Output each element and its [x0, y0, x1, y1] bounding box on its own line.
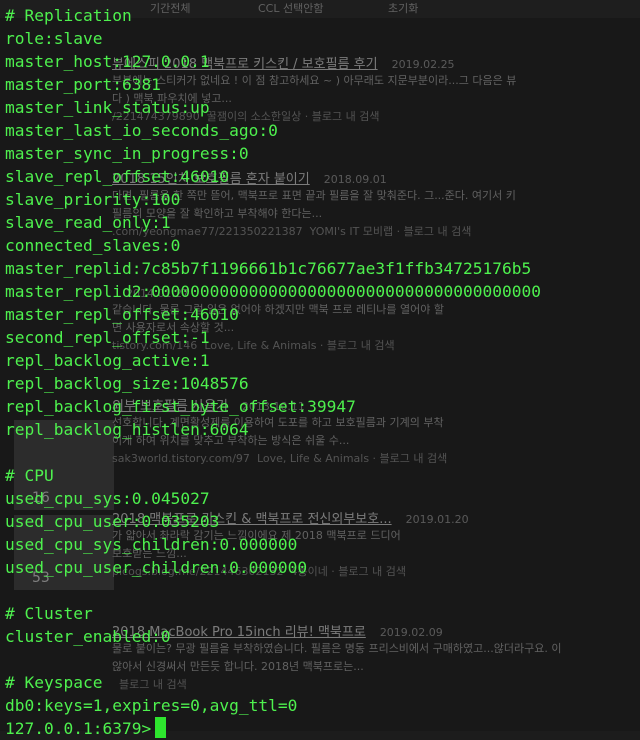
terminal-line: master_sync_in_progress:0: [5, 144, 249, 163]
terminal-prompt: 127.0.0.1:6379>: [5, 719, 152, 738]
terminal-line: repl_backlog_histlen:6064: [5, 420, 249, 439]
terminal-line: db0:keys=1,expires=0,avg_ttl=0: [5, 696, 298, 715]
terminal-line: slave_priority:100: [5, 190, 181, 209]
terminal-line: master_host:127.0.0.1: [5, 52, 210, 71]
terminal-line: # Cluster: [5, 604, 93, 623]
terminal-line: # Keyspace: [5, 673, 103, 692]
terminal-cursor: [155, 717, 167, 738]
terminal-prompt-line[interactable]: 127.0.0.1:6379>: [5, 717, 640, 740]
terminal-line: slave_repl_offset:46010: [5, 167, 230, 186]
terminal-line: # Replication: [5, 6, 132, 25]
terminal-line: used_cpu_user:0.035203: [5, 512, 220, 531]
terminal-line: used_cpu_sys_children:0.000000: [5, 535, 298, 554]
terminal-line: # CPU: [5, 466, 54, 485]
terminal-line: master_port:6381: [5, 75, 161, 94]
terminal-line: second_repl_offset:-1: [5, 328, 210, 347]
terminal-line: master_last_io_seconds_ago:0: [5, 121, 278, 140]
terminal-line: repl_backlog_size:1048576: [5, 374, 249, 393]
terminal-window[interactable]: # Replication role:slave master_host:127…: [0, 0, 640, 738]
terminal-line: used_cpu_sys:0.045027: [5, 489, 210, 508]
terminal-line: master_replid:7c85b7f1196661b1c76677ae3f…: [5, 259, 532, 278]
terminal-line: cluster_enabled:0: [5, 627, 171, 646]
terminal-line: role:slave: [5, 29, 103, 48]
terminal-line: master_link_status:up: [5, 98, 210, 117]
terminal-line: master_replid2:0000000000000000000000000…: [5, 282, 542, 301]
terminal-line: repl_backlog_active:1: [5, 351, 210, 370]
terminal-line: slave_read_only:1: [5, 213, 171, 232]
terminal-line: connected_slaves:0: [5, 236, 181, 255]
terminal-line: master_repl_offset:46010: [5, 305, 239, 324]
terminal-line: used_cpu_user_children:0.000000: [5, 558, 308, 577]
terminal-line: repl_backlog_first_byte_offset:39947: [5, 397, 356, 416]
